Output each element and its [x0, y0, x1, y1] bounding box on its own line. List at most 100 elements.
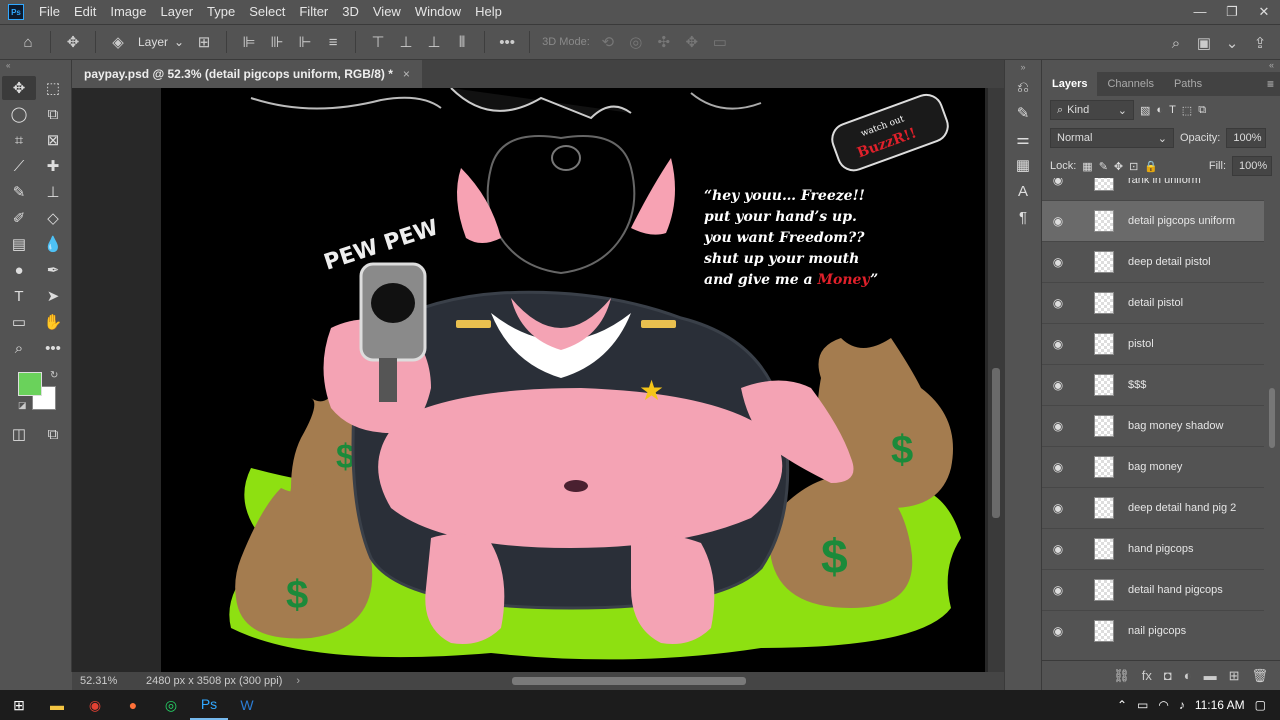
visibility-eye-icon[interactable]: ◉ — [1042, 214, 1074, 228]
layer-thumbnail[interactable] — [1094, 620, 1114, 642]
zoom-tool-icon[interactable]: ⌕ — [2, 336, 36, 360]
menu-type[interactable]: Type — [200, 0, 242, 24]
menu-filter[interactable]: Filter — [292, 0, 335, 24]
menu-edit[interactable]: Edit — [67, 0, 103, 24]
move-tool-icon[interactable]: ✥ — [61, 30, 85, 54]
hand-tool-icon[interactable]: ✋ — [36, 310, 70, 334]
menu-file[interactable]: File — [32, 0, 67, 24]
character-panel-icon[interactable]: A — [1005, 178, 1041, 204]
adjustment-layer-icon[interactable]: ◐ — [1184, 668, 1192, 683]
edit-toolbar-icon[interactable]: ••• — [36, 336, 70, 360]
swap-colors-icon[interactable]: ↻ — [50, 370, 58, 381]
zoom-level[interactable]: 52.31% — [72, 675, 134, 687]
align-center-icon[interactable]: ⊪ — [265, 30, 289, 54]
tab-layers[interactable]: Layers — [1042, 72, 1098, 96]
paragraph-panel-icon[interactable]: ¶ — [1005, 204, 1041, 230]
dodge-tool-icon[interactable]: ● — [2, 258, 36, 282]
menu-window[interactable]: Window — [408, 0, 468, 24]
menu-view[interactable]: View — [366, 0, 408, 24]
adjustments-panel-icon[interactable]: ⚌ — [1005, 126, 1041, 152]
collapse-icons-icon[interactable]: » — [1005, 60, 1041, 74]
history-brush-icon[interactable]: ✐ — [2, 206, 36, 230]
visibility-eye-icon[interactable]: ◉ — [1042, 178, 1074, 187]
layer-thumbnail[interactable] — [1094, 579, 1114, 601]
layer-filter-kind[interactable]: ⌕ Kind ⌄ — [1050, 100, 1134, 120]
visibility-eye-icon[interactable]: ◉ — [1042, 337, 1074, 351]
panel-menu-icon[interactable]: ≡ — [1267, 72, 1280, 96]
collapse-panel-icon[interactable]: « — [1269, 60, 1274, 70]
crop-tool-icon[interactable]: ⌗ — [2, 128, 36, 152]
layer-thumbnail[interactable] — [1094, 415, 1114, 437]
layer-row[interactable]: ◉ bag money shadow — [1042, 406, 1264, 447]
quick-mask-icon[interactable]: ◫ — [2, 422, 36, 446]
visibility-eye-icon[interactable]: ◉ — [1042, 296, 1074, 310]
layer-row[interactable]: ◉ $$$ — [1042, 365, 1264, 406]
layer-name[interactable]: bag money shadow — [1128, 420, 1223, 432]
battery-icon[interactable]: ▭ — [1137, 698, 1148, 712]
layer-thumbnail[interactable] — [1094, 333, 1114, 355]
clock[interactable]: 11:16 AM — [1195, 698, 1245, 712]
layer-name[interactable]: pistol — [1128, 338, 1154, 350]
visibility-eye-icon[interactable]: ◉ — [1042, 624, 1074, 638]
layer-row[interactable]: ◉ detail pistol — [1042, 283, 1264, 324]
visibility-eye-icon[interactable]: ◉ — [1042, 460, 1074, 474]
visibility-eye-icon[interactable]: ◉ — [1042, 542, 1074, 556]
layer-name[interactable]: nail pigcops — [1128, 625, 1186, 637]
layer-thumbnail[interactable] — [1094, 251, 1114, 273]
default-colors-icon[interactable]: ◪ — [18, 400, 27, 411]
rectangle-tool-icon[interactable]: ▭ — [2, 310, 36, 334]
layer-row[interactable]: ◉ hand pigcops — [1042, 529, 1264, 570]
artboard[interactable]: watch out BuzzR!! $ $ $ $ ★ PEW PEW “hey… — [161, 88, 985, 672]
filter-adjustment-icon[interactable]: ◐ — [1156, 104, 1163, 116]
layer-thumbnail[interactable] — [1094, 178, 1114, 191]
layers-scroll-thumb[interactable] — [1269, 388, 1275, 448]
word-icon[interactable]: W — [228, 690, 266, 720]
layer-name[interactable]: rank in uniform — [1128, 178, 1201, 186]
layer-row[interactable]: ◉ detail hand pigcops — [1042, 570, 1264, 611]
delete-layer-icon[interactable]: 🗑 — [1251, 668, 1268, 684]
menu-image[interactable]: Image — [103, 0, 153, 24]
firefox-icon[interactable]: ● — [114, 690, 152, 720]
layer-style-icon[interactable]: fx — [1142, 668, 1152, 683]
brush-settings-icon[interactable]: ✎ — [1005, 100, 1041, 126]
photoshop-taskbar-icon[interactable]: Ps — [190, 690, 228, 720]
menu-select[interactable]: Select — [242, 0, 292, 24]
path-select-icon[interactable]: ➤ — [36, 284, 70, 308]
layer-name[interactable]: detail hand pigcops — [1128, 584, 1223, 596]
minimize-button[interactable]: — — [1184, 0, 1216, 24]
layer-row[interactable]: ◉ rank in uniform — [1042, 178, 1264, 201]
lock-pixels-icon[interactable]: ✎ — [1099, 160, 1108, 173]
move-tool-icon[interactable]: ✥ — [2, 76, 36, 100]
layer-row[interactable]: ◉ nail pigcops — [1042, 611, 1264, 650]
wifi-icon[interactable]: ◠ — [1158, 698, 1168, 712]
menu-layer[interactable]: Layer — [154, 0, 201, 24]
layer-name[interactable]: detail pigcops uniform — [1128, 215, 1235, 227]
marquee-tool-icon[interactable]: ⬚ — [36, 76, 70, 100]
layer-name[interactable]: bag money — [1128, 461, 1182, 473]
new-layer-icon[interactable]: ⊞ — [1229, 668, 1240, 684]
menu-help[interactable]: Help — [468, 0, 509, 24]
volume-icon[interactable]: ♪ — [1179, 698, 1185, 712]
new-group-icon[interactable]: ▬ — [1204, 668, 1217, 683]
layer-thumbnail[interactable] — [1094, 210, 1114, 232]
layer-row[interactable]: ◉ deep detail hand pig 2 — [1042, 488, 1264, 529]
brush-tool-icon[interactable]: ✎ — [2, 180, 36, 204]
lock-artboard-icon[interactable]: ⊡ — [1129, 160, 1138, 173]
notifications-icon[interactable]: ▢ — [1255, 698, 1266, 712]
blur-tool-icon[interactable]: 💧 — [36, 232, 70, 256]
layer-name[interactable]: deep detail pistol — [1128, 256, 1211, 268]
workspace-icon[interactable]: ▣ — [1192, 31, 1216, 55]
tab-paths[interactable]: Paths — [1164, 72, 1212, 96]
layer-thumbnail[interactable] — [1094, 497, 1114, 519]
whatsapp-icon[interactable]: ◎ — [152, 690, 190, 720]
align-left-icon[interactable]: ⊫ — [237, 30, 261, 54]
auto-select-icon[interactable]: ◈ — [106, 30, 130, 54]
more-options-icon[interactable]: ••• — [495, 30, 519, 54]
tab-channels[interactable]: Channels — [1097, 72, 1163, 96]
blend-mode-dropdown[interactable]: Normal ⌄ — [1050, 128, 1174, 148]
visibility-eye-icon[interactable]: ◉ — [1042, 501, 1074, 515]
object-select-tool-icon[interactable]: ⧉ — [36, 102, 70, 126]
filter-type-icon[interactable]: T — [1169, 104, 1176, 116]
layer-name[interactable]: hand pigcops — [1128, 543, 1193, 555]
layer-row[interactable]: ◉ pistol — [1042, 324, 1264, 365]
